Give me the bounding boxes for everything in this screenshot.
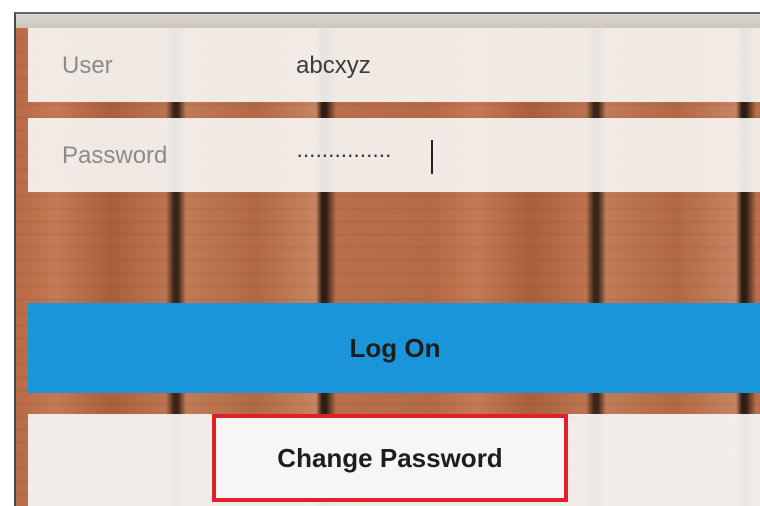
password-field[interactable]: Password ··············· [28, 118, 760, 192]
log-on-label: Log On [349, 333, 441, 363]
log-on-button[interactable]: Log On [28, 303, 760, 393]
user-input[interactable]: abcxyz [296, 52, 371, 80]
change-password-button[interactable]: Change Password [212, 414, 568, 502]
password-input[interactable]: ··············· [296, 142, 392, 168]
user-label: User [62, 52, 113, 79]
top-strip [16, 14, 760, 28]
change-password-label: Change Password [277, 443, 503, 473]
login-panel: User abcxyz Password ··············· Log… [14, 12, 760, 506]
password-label: Password [62, 142, 168, 169]
user-field[interactable]: User abcxyz [28, 28, 760, 102]
caret-icon [431, 140, 433, 174]
